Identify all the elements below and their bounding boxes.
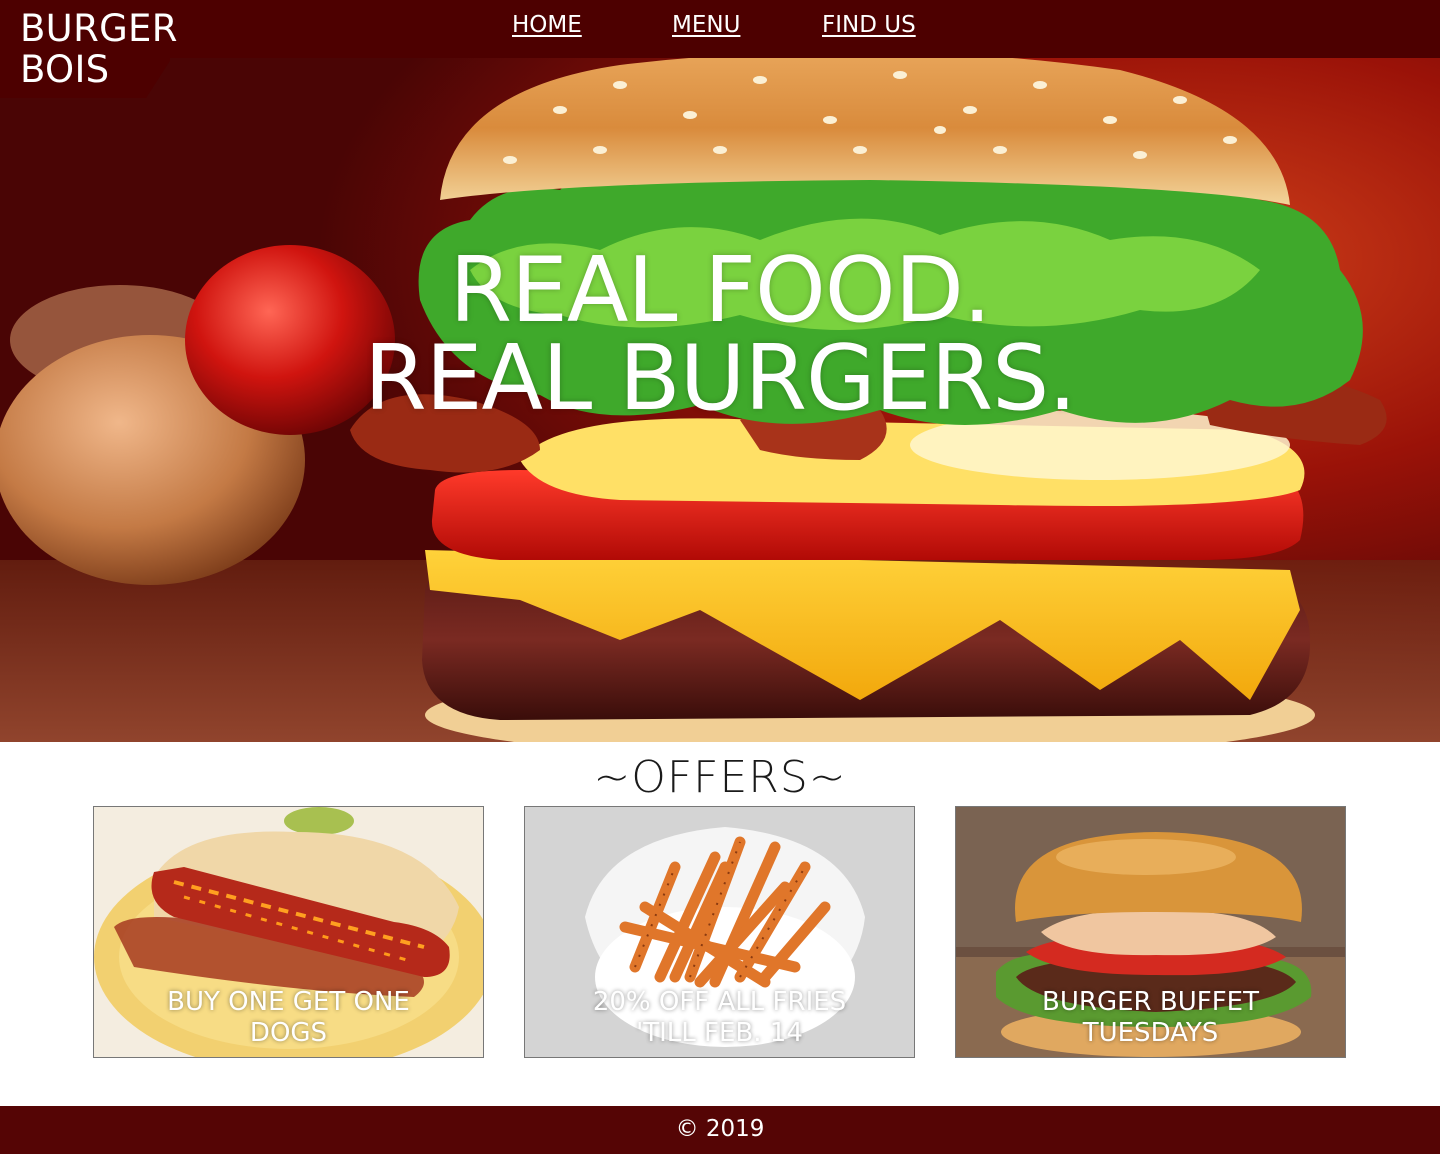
offers-heading: ~OFFERS~ — [593, 752, 847, 803]
page-footer: © 2019 — [0, 1106, 1440, 1154]
offer-caption-hotdogs: BUY ONE GET ONE DOGS — [94, 987, 483, 1049]
offer-card-fries[interactable]: 20% OFF ALL FRIES 'TILL FEB. 14 — [524, 806, 915, 1058]
hero-line-2: REAL BURGERS. — [364, 326, 1077, 431]
offer-caption-line-2: 'TILL FEB. 14 — [636, 1018, 803, 1048]
offer-caption-line-1: BUY ONE GET ONE — [167, 987, 410, 1017]
offer-caption-burger-buffet: BURGER BUFFET TUESDAYS — [956, 987, 1345, 1049]
offer-card-hotdogs[interactable]: BUY ONE GET ONE DOGS — [93, 806, 484, 1058]
offer-caption-line-2: DOGS — [249, 1018, 328, 1048]
offer-card-burger-buffet[interactable]: BURGER BUFFET TUESDAYS — [955, 806, 1346, 1058]
copyright-text: © 2019 — [675, 1116, 765, 1142]
nav-link-menu[interactable]: MENU — [672, 12, 740, 38]
hero-line-1: REAL FOOD. — [449, 238, 991, 343]
offer-caption-line-1: 20% OFF ALL FRIES — [592, 987, 847, 1017]
main-nav: HOME MENU FIND US — [0, 12, 1440, 48]
offer-caption-line-1: BURGER BUFFET — [1042, 987, 1259, 1017]
offer-caption-line-2: TUESDAYS — [1082, 1018, 1219, 1048]
brand-line-2: BOIS — [20, 48, 110, 91]
hero-banner: REAL FOOD. REAL BURGERS. — [0, 0, 1440, 742]
hero-headline: REAL FOOD. REAL BURGERS. — [0, 238, 1440, 431]
nav-link-home[interactable]: HOME — [512, 12, 582, 38]
offer-caption-fries: 20% OFF ALL FRIES 'TILL FEB. 14 — [525, 987, 914, 1049]
nav-link-find-us[interactable]: FIND US — [822, 12, 916, 38]
